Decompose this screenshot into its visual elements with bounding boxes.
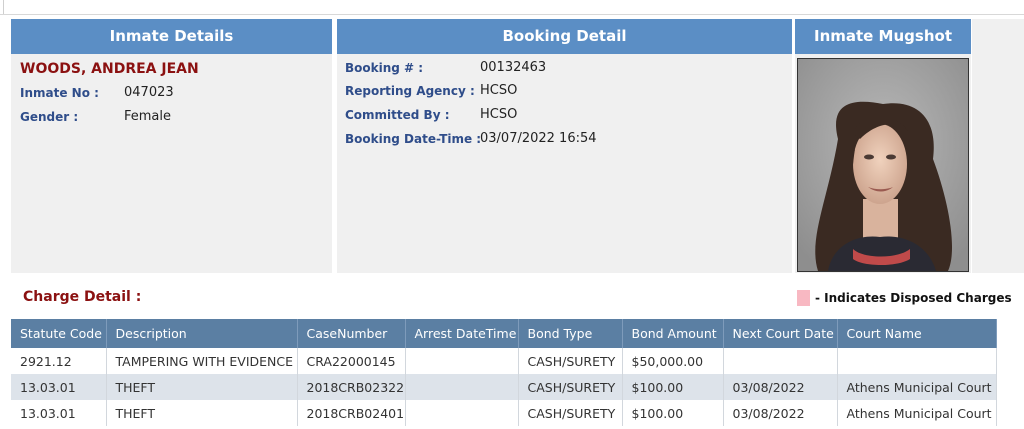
person-photo-icon [798, 59, 968, 271]
charges-table: Statute Code Description CaseNumber Arre… [11, 319, 997, 426]
reporting-agency-value: HCSO [480, 83, 518, 98]
disposed-legend-text: - Indicates Disposed Charges [815, 291, 1012, 305]
inmate-details-panel: Inmate Details WOODS, ANDREA JEAN Inmate… [11, 19, 332, 273]
col-court-name[interactable]: Court Name [837, 319, 997, 348]
disposed-legend-swatch [797, 290, 810, 306]
cell-description: THEFT [106, 374, 298, 400]
cell-arrest-datetime [405, 348, 519, 374]
cell-case-number: 2018CRB02401 [297, 400, 406, 426]
page-left-border [3, 0, 4, 14]
charges-header-row: Statute Code Description CaseNumber Arre… [11, 319, 997, 348]
cell-description: THEFT [106, 400, 298, 426]
inmate-no-label: Inmate No : [20, 86, 99, 100]
booking-no-label: Booking # : [345, 61, 424, 75]
table-row: 13.03.01 THEFT 2018CRB02322 CASH/SURETY … [11, 374, 997, 400]
cell-court-name: Athens Municipal Court [837, 400, 997, 426]
booking-detail-header: Booking Detail [337, 19, 792, 54]
mugshot-header: Inmate Mugshot [795, 19, 971, 54]
mugshot-panel: Inmate Mugshot [795, 19, 971, 273]
col-statute-code[interactable]: Statute Code [11, 319, 107, 348]
cell-bond-type: CASH/SURETY [518, 348, 623, 374]
booking-datetime-value: 03/07/2022 16:54 [480, 131, 597, 146]
cell-case-number: 2018CRB02322 [297, 374, 406, 400]
col-bond-type[interactable]: Bond Type [518, 319, 623, 348]
inmate-details-header: Inmate Details [11, 19, 332, 54]
cell-bond-type: CASH/SURETY [518, 400, 623, 426]
col-bond-amount[interactable]: Bond Amount [622, 319, 724, 348]
inmate-name: WOODS, ANDREA JEAN [20, 61, 199, 77]
cell-next-court-date: 03/08/2022 [723, 374, 838, 400]
cell-court-name: Athens Municipal Court [837, 374, 997, 400]
col-case-number[interactable]: CaseNumber [297, 319, 406, 348]
col-description[interactable]: Description [106, 319, 298, 348]
panel-right-strip [972, 19, 1024, 273]
cell-bond-amount: $100.00 [622, 400, 724, 426]
gender-value: Female [124, 109, 172, 124]
booking-no-value: 00132463 [480, 60, 547, 75]
cell-arrest-datetime [405, 374, 519, 400]
table-row: 2921.12 TAMPERING WITH EVIDENCE CRA22000… [11, 348, 997, 374]
cell-court-name [837, 348, 997, 374]
charge-detail-title: Charge Detail : [23, 289, 142, 305]
reporting-agency-label: Reporting Agency : [345, 84, 475, 98]
cell-statute-code: 2921.12 [11, 348, 107, 374]
cell-case-number: CRA22000145 [297, 348, 406, 374]
table-row: 13.03.01 THEFT 2018CRB02401 CASH/SURETY … [11, 400, 997, 426]
cell-bond-type: CASH/SURETY [518, 374, 623, 400]
cell-bond-amount: $100.00 [622, 374, 724, 400]
mugshot-photo [797, 58, 969, 272]
cell-next-court-date: 03/08/2022 [723, 400, 838, 426]
cell-statute-code: 13.03.01 [11, 374, 107, 400]
gender-label: Gender : [20, 110, 79, 124]
cell-next-court-date [723, 348, 838, 374]
page-top-border [0, 0, 1024, 15]
inmate-no-value: 047023 [124, 85, 174, 100]
cell-bond-amount: $50,000.00 [622, 348, 724, 374]
booking-datetime-label: Booking Date-Time : [345, 132, 482, 146]
committed-by-label: Committed By : [345, 108, 450, 122]
committed-by-value: HCSO [480, 107, 518, 122]
col-next-court-date[interactable]: Next Court Date [723, 319, 838, 348]
col-arrest-datetime[interactable]: Arrest DateTime [405, 319, 519, 348]
booking-detail-panel: Booking Detail Booking # : 00132463 Repo… [337, 19, 792, 273]
cell-statute-code: 13.03.01 [11, 400, 107, 426]
cell-arrest-datetime [405, 400, 519, 426]
cell-description: TAMPERING WITH EVIDENCE [106, 348, 298, 374]
